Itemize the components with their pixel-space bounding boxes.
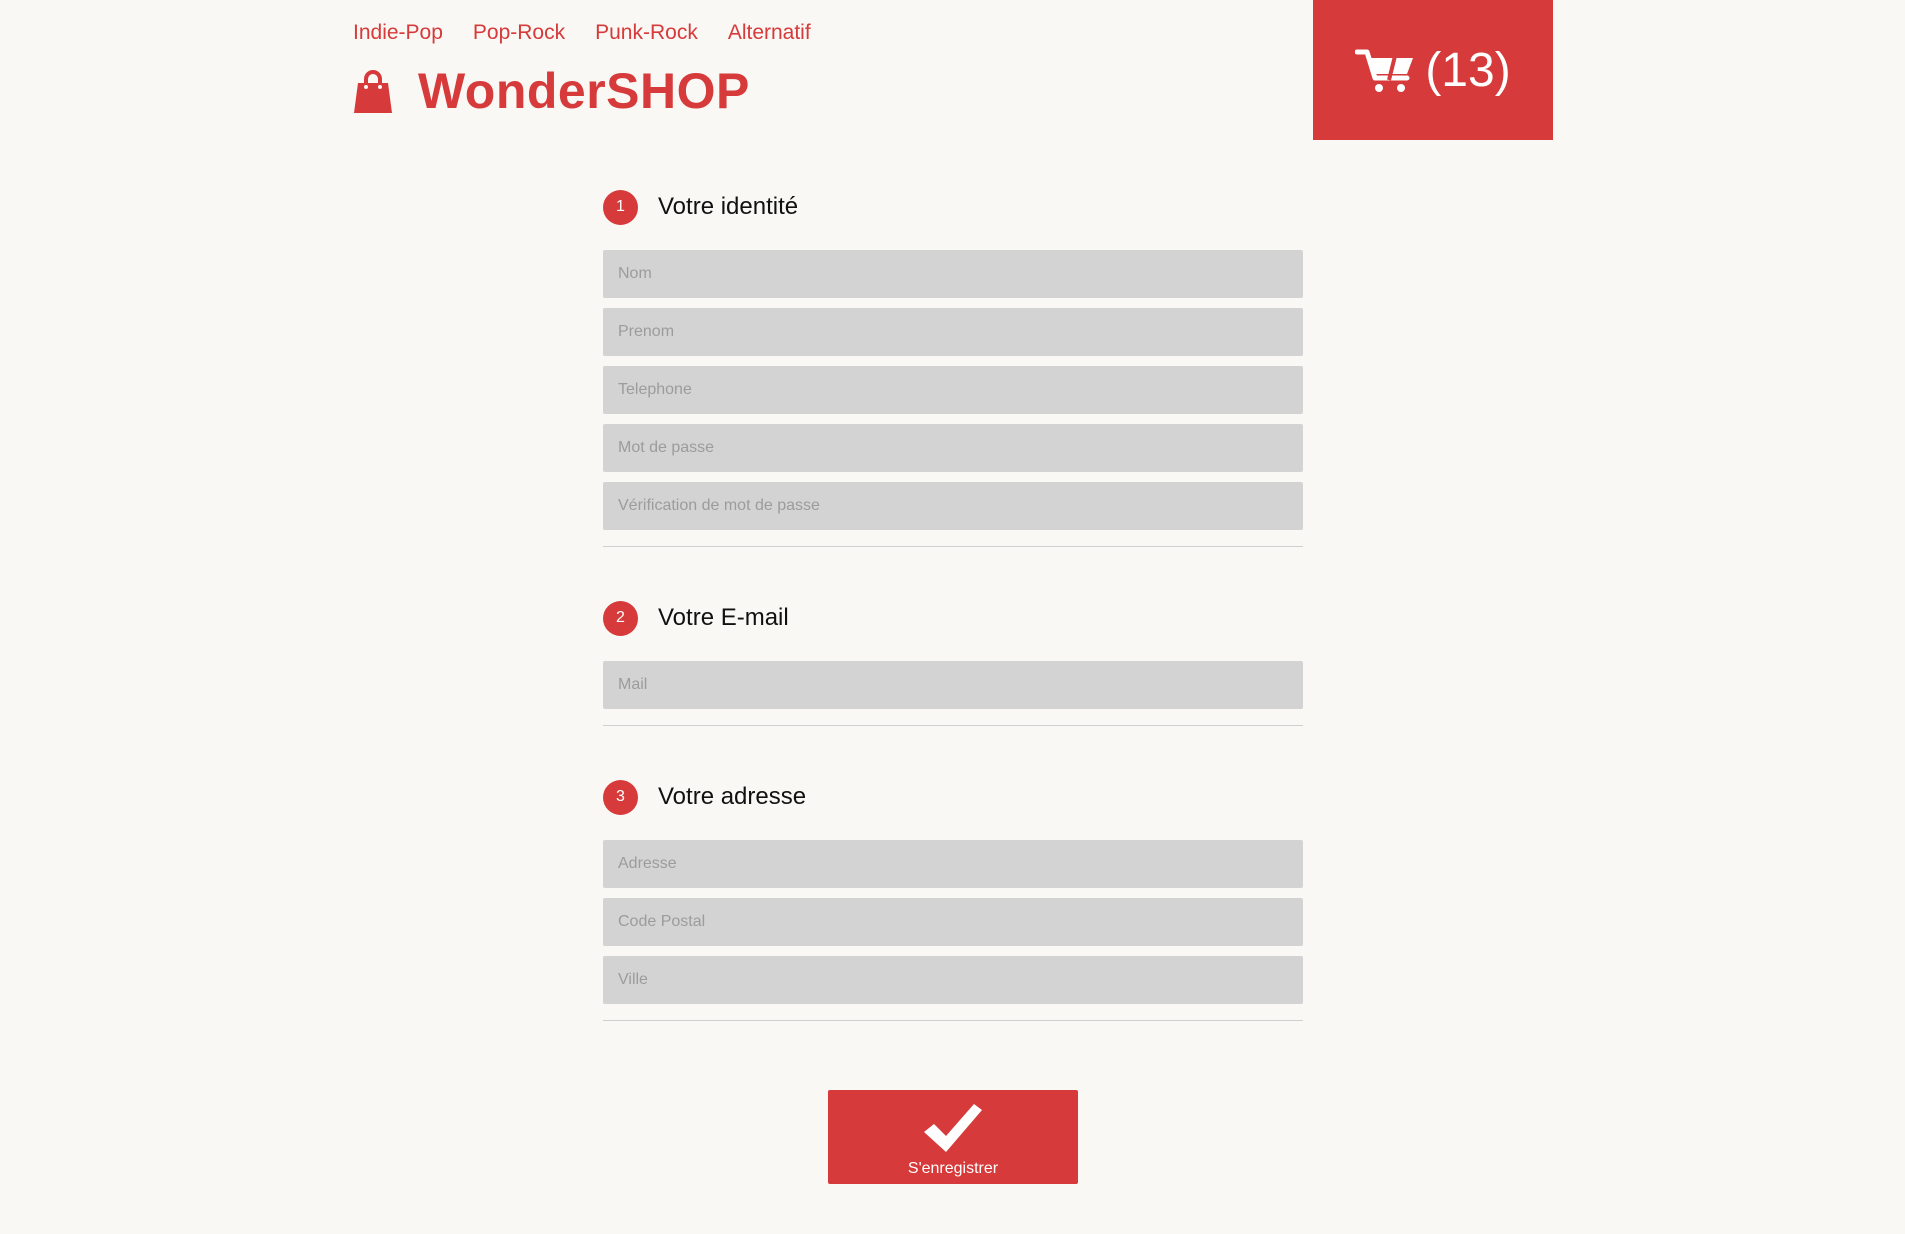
nom-field[interactable] <box>603 250 1303 298</box>
section-title: Votre adresse <box>658 783 807 810</box>
section-header: 2 Votre E-mail <box>603 597 1303 639</box>
category-nav: Indie-Pop Pop-Rock Punk-Rock Alternatif <box>353 21 811 45</box>
email-field[interactable] <box>603 661 1303 709</box>
section-email: 2 Votre E-mail <box>603 597 1303 726</box>
section-header: 1 Votre identité <box>603 186 1303 228</box>
section-divider <box>603 1020 1303 1021</box>
prenom-field[interactable] <box>603 308 1303 356</box>
section-header: 3 Votre adresse <box>603 776 1303 818</box>
register-button-label: S'enregistrer <box>907 1160 999 1177</box>
section-identity: 1 Votre identité <box>603 186 1303 547</box>
brand-name: WonderSHOP <box>418 63 750 119</box>
section-title: Votre E-mail <box>658 604 789 631</box>
step-number-badge: 3 <box>603 779 638 815</box>
step-number-badge: 2 <box>603 600 638 636</box>
registration-form: 1 Votre identité 2 Votre E-mail 3 Votre … <box>603 186 1303 1071</box>
adresse-field[interactable] <box>603 840 1303 888</box>
nav-link-pop-rock[interactable]: Pop-Rock <box>473 21 565 45</box>
section-title: Votre identité <box>658 193 799 220</box>
cart-icon <box>1355 47 1414 92</box>
section-divider <box>603 546 1303 547</box>
cart-count: (13) <box>1425 43 1511 97</box>
password-confirm-field[interactable] <box>603 482 1303 530</box>
section-divider <box>603 725 1303 726</box>
checkmark-icon <box>924 1104 982 1152</box>
step-number-badge: 1 <box>603 189 638 225</box>
code-postal-field[interactable] <box>603 898 1303 946</box>
telephone-field[interactable] <box>603 366 1303 414</box>
password-field[interactable] <box>603 424 1303 472</box>
brand-logo[interactable]: WonderSHOP <box>353 62 750 120</box>
nav-link-alternatif[interactable]: Alternatif <box>728 21 811 45</box>
ville-field[interactable] <box>603 956 1303 1004</box>
nav-link-indie-pop[interactable]: Indie-Pop <box>353 21 443 45</box>
section-address: 3 Votre adresse <box>603 776 1303 1021</box>
cart-button[interactable]: (13) <box>1313 0 1553 140</box>
nav-link-punk-rock[interactable]: Punk-Rock <box>595 21 698 45</box>
register-button[interactable]: S'enregistrer <box>828 1090 1078 1184</box>
shopping-bag-icon <box>354 70 392 113</box>
